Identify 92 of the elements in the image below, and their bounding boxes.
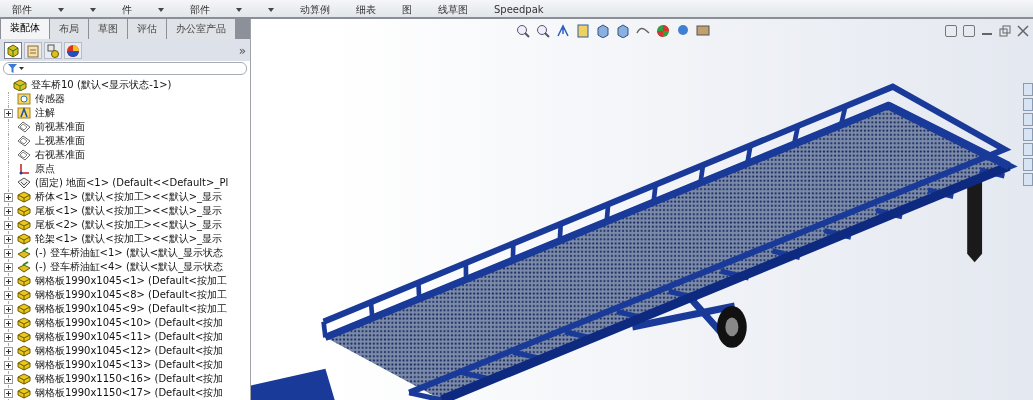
part-icon <box>17 191 31 203</box>
filter-icon <box>8 64 24 73</box>
part-icon <box>17 373 31 385</box>
tree-item-label: 钢格板1990x1150<17> (Default<按加 <box>35 386 224 400</box>
tree-item-label: 钢格板1990x1045<13> (Default<按加 <box>35 358 224 372</box>
part-icon <box>17 177 31 189</box>
tree-item-label: 钢格板1990x1045<11> (Default<按加 <box>35 330 224 344</box>
tree-item-label: 尾板<2> (默认<按加工><<默认>_显示 <box>35 218 223 232</box>
tree-item-label: 钢格板1990x1045<12> (Default<按加 <box>35 344 224 358</box>
filter-field[interactable] <box>3 62 247 75</box>
display-style-icon[interactable] <box>616 24 630 38</box>
subassembly-icon <box>17 247 31 259</box>
expand-toggle[interactable] <box>4 318 13 328</box>
part-icon <box>17 205 31 217</box>
expand-toggle[interactable] <box>4 262 13 272</box>
expand-toggle[interactable] <box>4 220 13 230</box>
plane-icon <box>17 149 31 161</box>
expand-toggle[interactable] <box>4 234 13 244</box>
tree-item-label: 前视基准面 <box>35 120 85 134</box>
part-icon <box>17 275 31 287</box>
ribbon-button[interactable]: 线草图 <box>434 2 472 17</box>
display-settings-icon[interactable] <box>696 24 710 38</box>
zoom-area-icon[interactable] <box>536 24 550 38</box>
tree-item-label: 钢格板1990x1045<9> (Default<按加工 <box>35 302 227 316</box>
sensor-icon <box>17 93 31 105</box>
expand-chevron-icon[interactable]: » <box>238 43 246 58</box>
zoom-fit-icon[interactable] <box>516 24 530 38</box>
ribbon-button[interactable]: 部件 <box>8 2 36 17</box>
tree-item-label: (-) 登车桥油缸<1> (默认<默认_显示状态 <box>35 246 224 260</box>
expand-toggle[interactable] <box>4 332 13 342</box>
expand-toggle[interactable] <box>4 374 13 384</box>
expand-toggle[interactable] <box>4 360 13 370</box>
part-icon <box>17 233 31 245</box>
feature-tree-tab[interactable] <box>4 42 22 59</box>
expand-toggle[interactable] <box>4 108 13 118</box>
subassembly-icon <box>17 261 31 273</box>
tree-item-label: 钢格板1990x1045<1> (Default<按加工 <box>35 274 227 288</box>
tab[interactable]: 草图 <box>89 19 127 39</box>
tree-item-label: 注解 <box>35 106 55 120</box>
tree-item-label: 原点 <box>35 162 55 176</box>
tab[interactable]: 装配体 <box>1 19 49 39</box>
appearance-icon[interactable] <box>656 24 670 38</box>
part-icon <box>17 219 31 231</box>
tree-item-label: 传感器 <box>35 92 65 106</box>
expand-toggle[interactable] <box>4 206 13 216</box>
close-icon[interactable] <box>1017 25 1029 37</box>
previous-view-icon[interactable] <box>556 24 570 38</box>
part-icon <box>17 317 31 329</box>
expand-toggle[interactable] <box>4 276 13 286</box>
tree-item-label: 桥体<1> (默认<按加工><<默认>_显示 <box>35 190 223 204</box>
tree-item-label: 右视基准面 <box>35 148 85 162</box>
expand-toggle[interactable] <box>4 346 13 356</box>
tree-item-label: 上视基准面 <box>35 134 85 148</box>
ribbon-button[interactable]: 件 <box>118 2 136 17</box>
expand-toggle[interactable] <box>4 304 13 314</box>
tree-item-label: 钢格板1990x1045<10> (Default<按加 <box>35 316 224 330</box>
annotation-icon <box>17 107 31 119</box>
tree-item-label: (-) 登车桥油缸<4> (默认<默认_显示状态 <box>35 260 224 274</box>
part-icon <box>17 359 31 371</box>
configuration-tab[interactable] <box>44 42 62 59</box>
tab[interactable]: 办公室产品 <box>167 19 235 39</box>
part-icon <box>17 345 31 357</box>
expand-toggle[interactable] <box>4 388 13 398</box>
tree-item-label: 轮架<1> (默认<按加工><<默认>_显示 <box>35 232 223 246</box>
part-icon <box>17 289 31 301</box>
section-view-icon[interactable] <box>576 24 590 38</box>
tree-item-label: 登车桥10 (默认<显示状态-1>) <box>31 78 172 92</box>
tree-item-label: 尾板<1> (默认<按加工><<默认>_显示 <box>35 204 223 218</box>
appearance-tab[interactable] <box>64 42 82 59</box>
expand-toggle[interactable] <box>4 290 13 300</box>
plane-icon <box>17 135 31 147</box>
expand-toggle[interactable] <box>4 248 13 258</box>
tree-item[interactable]: 登车桥10 (默认<显示状态-1>) <box>0 78 250 92</box>
expand-toggle[interactable] <box>4 192 13 202</box>
ribbon-button[interactable]: Speedpak <box>490 2 548 17</box>
tree-item-label: 钢格板1990x1045<8> (Default<按加工 <box>35 288 227 302</box>
tree-item-label: (固定) 地面<1> (Default<<Default>_Pl <box>35 176 229 190</box>
ribbon-button[interactable]: 细表 <box>352 2 380 17</box>
part-icon <box>17 387 31 399</box>
ribbon-button[interactable]: 动算例 <box>296 2 334 17</box>
ribbon-button[interactable]: 图 <box>398 2 416 17</box>
view-orientation-icon[interactable] <box>596 24 610 38</box>
tree-item-label: 钢格板1990x1150<16> (Default<按加 <box>35 372 224 386</box>
part-icon <box>17 331 31 343</box>
restore-icon[interactable] <box>999 25 1011 37</box>
tab[interactable]: 评估 <box>128 19 166 39</box>
ribbon-button[interactable]: 部件 <box>186 2 214 17</box>
part-icon <box>17 303 31 315</box>
assembly-icon <box>13 79 27 91</box>
tab[interactable]: 布局 <box>50 19 88 39</box>
origin-icon <box>17 163 31 175</box>
plane-icon <box>17 121 31 133</box>
